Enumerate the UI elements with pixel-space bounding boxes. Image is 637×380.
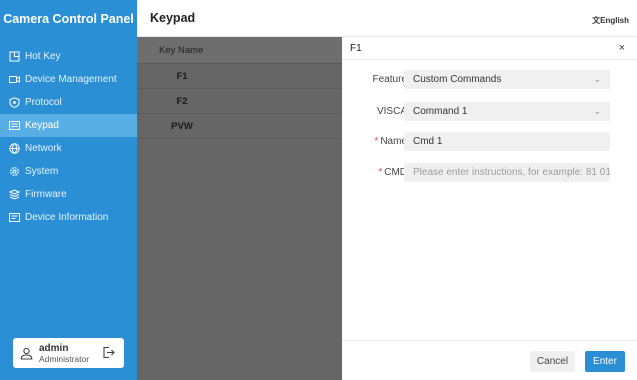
protocol-icon [9,97,20,108]
cmd-label: * CMD [378,167,407,178]
page-header: Keypad 文English [137,0,637,37]
feature-label: Feature [372,74,407,85]
cancel-button[interactable]: Cancel [530,351,575,372]
user-icon [20,347,33,360]
table-row[interactable]: PVW [137,114,342,139]
user-role: Administrator [39,353,90,364]
sidebar-item-label: Device Management [25,74,117,85]
table-header-key-name: Key Name [137,37,342,64]
close-icon[interactable]: × [619,42,625,54]
gear-icon [9,166,20,177]
name-row: * Name Cmd 1 [342,132,637,151]
sidebar-item-device-management[interactable]: Device Management [0,68,137,91]
sidebar-item-system[interactable]: System [0,160,137,183]
chevron-down-icon: ⌄ [593,74,601,84]
sidebar-item-device-information[interactable]: Device Information [0,206,137,229]
table-row[interactable]: F2 [137,89,342,114]
required-mark: * [378,167,383,178]
sidebar-item-firmware[interactable]: Firmware [0,183,137,206]
sidebar-item-hot-key[interactable]: Hot Key [0,45,137,68]
drawer-header: F1 × [342,37,637,60]
drawer-title: F1 [350,43,362,54]
sidebar-item-network[interactable]: Network [0,137,137,160]
feature-row: Feature Custom Commands ⌄ [342,70,637,89]
chevron-down-icon: ⌄ [593,106,601,116]
name-label-text: Name [380,136,407,147]
keypad-icon [9,120,20,131]
visca-select[interactable]: Command 1 ⌄ [404,102,610,121]
sidebar-item-label: Device Information [25,212,109,223]
keypad-table: Key Name F1 F2 PVW [137,37,342,380]
firmware-icon [9,189,20,200]
sidebar-item-label: System [25,166,59,177]
globe-icon [9,143,20,154]
table-cell: F1 [176,71,188,82]
sidebar-item-label: Firmware [25,189,67,200]
sidebar-nav: Hot Key Device Management Protocol Keypa… [0,45,137,229]
name-label: * Name [374,136,407,147]
camera-icon [9,74,20,85]
page-title: Keypad [150,11,196,25]
visca-row: VISCA Command 1 ⌄ [342,102,637,121]
sidebar-item-label: Hot Key [25,51,61,62]
app-title: Camera Control Panel [3,11,134,26]
logout-icon[interactable] [102,346,115,362]
table-cell: PVW [171,121,193,132]
sidebar-item-label: Keypad [25,120,59,131]
visca-value: Command 1 [413,106,468,117]
info-card-icon [9,212,20,223]
sidebar: Camera Control Panel Hot Key Device Mana… [0,0,137,380]
cmd-row: * CMD Please enter instructions, for exam… [342,163,637,182]
table-cell: F2 [176,96,188,107]
enter-button[interactable]: Enter [585,351,625,372]
user-card: admin Administrator [13,338,124,368]
name-input[interactable]: Cmd 1 [404,132,610,151]
table-row[interactable]: F1 [137,64,342,89]
sidebar-item-label: Network [25,143,62,154]
sidebar-item-keypad[interactable]: Keypad [0,114,137,137]
drawer-footer: Cancel Enter [342,340,637,380]
sidebar-item-label: Protocol [25,97,62,108]
feature-value: Custom Commands [413,74,502,85]
user-name: admin [39,342,69,354]
sidebar-item-protocol[interactable]: Protocol [0,91,137,114]
hotkey-icon [9,51,20,62]
required-mark: * [374,136,379,147]
edit-drawer: F1 × Feature Custom Commands ⌄ VISCA Com… [342,37,637,380]
feature-select[interactable]: Custom Commands ⌄ [404,70,610,89]
cmd-input[interactable]: Please enter instructions, for example: … [404,163,610,182]
language-switch[interactable]: 文English [592,15,629,26]
language-label: English [600,16,629,25]
translate-icon: 文 [592,16,601,25]
visca-label: VISCA [376,106,407,117]
